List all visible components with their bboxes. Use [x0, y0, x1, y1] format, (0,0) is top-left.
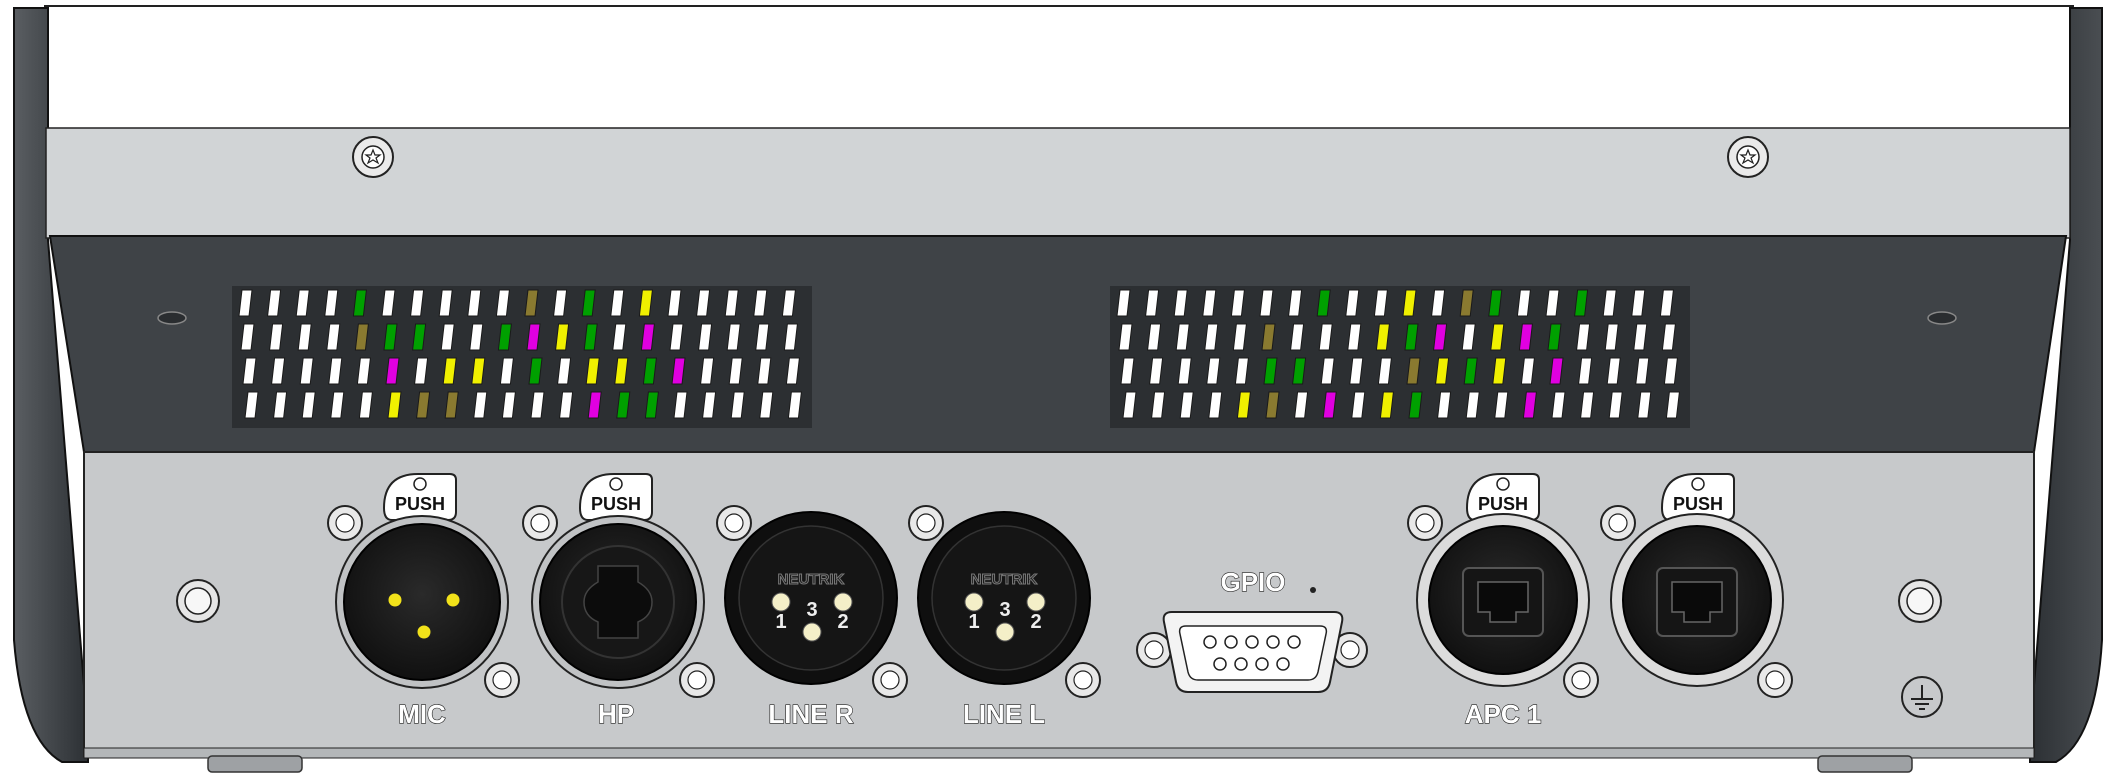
vent-backing: [232, 286, 812, 428]
gpio-pin: [1276, 657, 1290, 671]
gpio-pin: [1234, 657, 1248, 671]
xlr-pin: [445, 592, 461, 608]
nub-left: [157, 311, 187, 325]
vent-grille-right: [1110, 286, 1690, 428]
push-label: PUSH: [1673, 494, 1723, 514]
screw-icon: [679, 662, 715, 698]
screw-icon: [522, 505, 558, 541]
bottom-trim: [83, 747, 2035, 759]
nub-right: [1927, 311, 1957, 325]
pin-number: 2: [837, 611, 848, 633]
gpio-pin: [1255, 657, 1269, 671]
foot-right: [1817, 755, 1913, 773]
pin-number: 3: [999, 599, 1010, 621]
gpio-pin: [1213, 657, 1227, 671]
screw-icon: [327, 505, 363, 541]
xlr-pin: [833, 592, 853, 612]
panel-screw-left: [176, 579, 220, 623]
device-rear-panel: PUSH MIC PUSH HP NEUTRIK 1 2 3 LINE R NE…: [13, 5, 2103, 773]
xlr-pin: [964, 592, 984, 612]
screw-icon: [1757, 662, 1793, 698]
screw-icon: [352, 136, 394, 178]
xlr-pin: [387, 592, 403, 608]
screw-icon: [1727, 136, 1769, 178]
top-housing: [44, 5, 2074, 131]
brand-label: NEUTRIK: [778, 571, 845, 588]
screw-icon: [484, 662, 520, 698]
xlr-pin: [771, 592, 791, 612]
push-label: PUSH: [1478, 494, 1528, 514]
port-label-hp: HP: [598, 699, 634, 729]
pin-number: 3: [806, 599, 817, 621]
screw-icon: [1600, 505, 1636, 541]
gpio-pin: [1287, 635, 1301, 649]
pin-number: 1: [775, 611, 786, 633]
screw-icon: [1407, 505, 1443, 541]
screw-icon: [908, 505, 944, 541]
gpio-pin: [1224, 635, 1238, 649]
port-label-line-r: LINE R: [768, 699, 853, 729]
vent-backing: [1110, 286, 1690, 428]
gpio-pin: [1245, 635, 1259, 649]
screw-icon: [1065, 662, 1101, 698]
brand-label: NEUTRIK: [971, 571, 1038, 588]
port-label-mic: MIC: [398, 699, 446, 729]
screw-icon: [716, 505, 752, 541]
xlr-pin: [1026, 592, 1046, 612]
screw-icon: [1136, 632, 1172, 668]
xlr-pin: [416, 624, 432, 640]
gpio-indicator-dot: [1310, 587, 1316, 593]
push-label: PUSH: [395, 494, 445, 514]
screw-icon: [1563, 662, 1599, 698]
panel-screw-right: [1898, 579, 1942, 623]
push-label: PUSH: [591, 494, 641, 514]
port-label-line-l: LINE L: [963, 699, 1045, 729]
screw-icon: [872, 662, 908, 698]
gpio-pin: [1203, 635, 1217, 649]
vent-grille-left: [232, 286, 812, 428]
foot-left: [207, 755, 303, 773]
pin-number: 2: [1030, 611, 1041, 633]
xlr-pin: [802, 622, 822, 642]
port-label-apc1: APC 1: [1465, 699, 1542, 729]
pin-number: 1: [968, 611, 979, 633]
upper-band: [45, 127, 2071, 239]
gpio-pin: [1266, 635, 1280, 649]
gpio-label: GPIO: [1220, 567, 1285, 597]
xlr-pin: [995, 622, 1015, 642]
